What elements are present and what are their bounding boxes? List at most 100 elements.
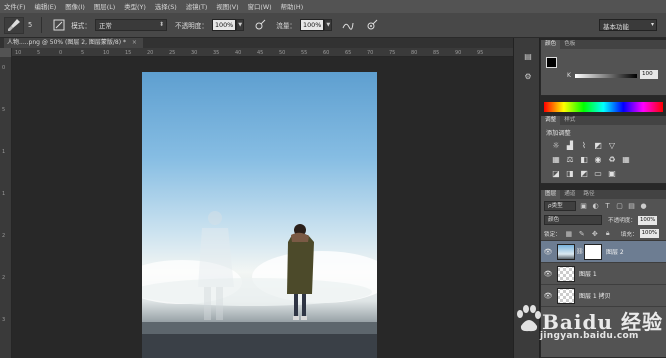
menu-edit[interactable]: 编辑(E) [34,2,56,11]
color-panel-tabs: 颜色 色板 [541,40,666,49]
pressure-opacity-icon[interactable] [253,18,267,32]
opacity-label: 不透明度： [174,22,208,30]
layer-mask-thumbnail[interactable] [584,243,602,260]
threshold-icon[interactable]: ◩ [578,169,590,179]
menu-select[interactable]: 选择(S) [155,2,177,11]
foreground-color-swatch[interactable] [546,57,557,68]
photo-filter-icon[interactable]: ◉ [592,155,604,165]
lock-all-icon[interactable]: 🔒︎ [603,229,613,238]
pixel-filter-icon[interactable]: ▣ [579,202,588,211]
layer-row[interactable]: 👁︎ 图层 1 拷贝 [541,285,666,307]
layer-opacity-input[interactable]: 100% [637,215,658,225]
filter-toggle-icon[interactable]: ● [639,202,648,211]
tab-adjustments[interactable]: 调整 [541,116,561,125]
properties-icon[interactable]: ⚙ [522,72,534,84]
document-image[interactable] [142,72,377,358]
pressure-size-icon[interactable] [365,18,379,32]
menu-type[interactable]: 类型(Y) [124,2,146,11]
layer-row[interactable]: 👁︎ ⛓︎ 图层 2 [541,241,666,263]
smart-object-filter-icon[interactable]: ▤ [627,202,636,211]
invert-icon[interactable]: ◪ [550,169,562,179]
flow-input[interactable]: 100% [300,19,325,31]
airbrush-icon[interactable] [341,18,355,32]
lock-fill-row: 锁定： ▦ ✎ ✥ 🔒︎ 填充： 100% [541,227,666,241]
ruler-tick: 5 [81,50,85,56]
ruler-tick: 45 [257,50,264,56]
menu-filter[interactable]: 滤镜(T) [186,2,208,11]
vibrance-icon[interactable]: ▽ [606,141,618,151]
type-filter-icon[interactable]: T [603,202,612,211]
document-tab[interactable]: 人物.....png @ 50% (图层 2, 图层蒙版/8) * × [4,38,143,48]
ruler-tick: 1 [2,191,6,197]
workspace-switcher[interactable]: 基本功能 ▾ [599,19,657,31]
ruler-tick: 25 [169,50,176,56]
menu-file[interactable]: 文件(F) [4,2,25,11]
color-lookup-icon[interactable]: ▦ [620,155,632,165]
ruler-tick: 95 [477,50,484,56]
gradient-map-icon[interactable]: ▭ [592,169,604,179]
curves-icon[interactable]: ⌇ [578,141,590,151]
tab-color[interactable]: 颜色 [541,40,561,49]
eye-icon[interactable]: 👁︎ [541,248,555,256]
channel-mixer-icon[interactable]: ♻ [606,155,618,165]
brush-panel-toggle-icon[interactable] [52,18,66,32]
blend-mode-value: 颜色 [548,217,560,223]
flow-label: 流量： [276,22,297,30]
color-spectrum-bar[interactable] [544,102,663,112]
document-tab-bar: 人物.....png @ 50% (图层 2, 图层蒙版/8) * × [0,38,513,48]
blend-mode-select[interactable]: 颜色 [544,215,602,225]
tab-swatches[interactable]: 色板 [560,40,579,49]
layer-name[interactable]: 图层 2 [606,247,624,256]
selective-color-icon[interactable]: ▣ [606,169,618,179]
menu-view[interactable]: 视图(V) [216,2,238,11]
layer-filter-row: ρ类型 ▣ ◐ T ▢ ▤ ● [541,199,666,213]
menu-help[interactable]: 帮助(H) [281,2,304,11]
brush-size-value: 5 [28,21,33,29]
tab-layers[interactable]: 图层 [541,190,561,199]
history-icon[interactable]: ▤ [522,52,534,64]
opacity-input[interactable]: 100% [211,19,237,31]
adjustment-filter-icon[interactable]: ◐ [591,202,600,211]
shape-filter-icon[interactable]: ▢ [615,202,624,211]
eye-icon[interactable]: 👁︎ [541,292,555,300]
lock-transparent-icon[interactable]: ▦ [564,230,574,238]
link-icon[interactable]: ⛓︎ [576,248,584,255]
posterize-icon[interactable]: ◨ [564,169,576,179]
mode-value: 正常 [98,22,112,30]
flow-dropdown[interactable]: ▼ [324,19,333,31]
close-icon[interactable]: × [132,39,137,46]
menu-image[interactable]: 图像(I) [65,2,85,11]
menu-window[interactable]: 窗口(W) [248,2,272,11]
lock-position-icon[interactable]: ✥ [590,230,600,238]
options-bar: 5 模式： 正常 ⬍ 不透明度： 100% ▼ 流量： 100% ▼ [0,13,666,38]
layer-name[interactable]: 图层 1 [579,269,597,278]
layers-panel-tabs: 图层 通道 路径 [541,190,666,199]
exposure-icon[interactable]: ◩ [592,141,604,151]
ruler-tick: 70 [367,50,374,56]
tab-channels[interactable]: 通道 [560,190,579,199]
tab-paths[interactable]: 路径 [579,190,598,199]
tab-styles[interactable]: 样式 [560,116,579,125]
eye-icon[interactable]: 👁︎ [541,270,555,278]
k-channel-value[interactable]: 100 [640,70,658,79]
lock-image-icon[interactable]: ✎ [577,230,587,238]
ruler-tick: 3 [2,317,6,323]
color-balance-icon[interactable]: ⚖ [564,155,576,165]
k-channel-slider[interactable] [575,74,637,78]
document-tab-title: 人物.....png @ 50% (图层 2, 图层蒙版/8) * [7,39,126,46]
opacity-dropdown[interactable]: ▼ [236,19,245,31]
brightness-icon[interactable]: ☼ [550,141,562,151]
ruler-tick: 10 [103,50,110,56]
mode-select[interactable]: 正常 ⬍ [94,19,167,31]
layer-row[interactable]: 👁︎ 图层 1 [541,263,666,285]
hue-saturation-icon[interactable]: ▦ [550,155,562,165]
black-white-icon[interactable]: ◧ [578,155,590,165]
levels-icon[interactable]: ▟ [564,141,576,151]
menu-layer[interactable]: 图层(L) [94,2,115,11]
brush-icon [8,19,20,31]
layer-filter-select[interactable]: ρ类型 [544,201,576,211]
layer-name[interactable]: 图层 1 拷贝 [579,291,611,300]
brush-preset-picker[interactable] [4,16,24,34]
fill-input[interactable]: 100% [639,229,660,238]
fill-label: 填充： [620,231,638,238]
